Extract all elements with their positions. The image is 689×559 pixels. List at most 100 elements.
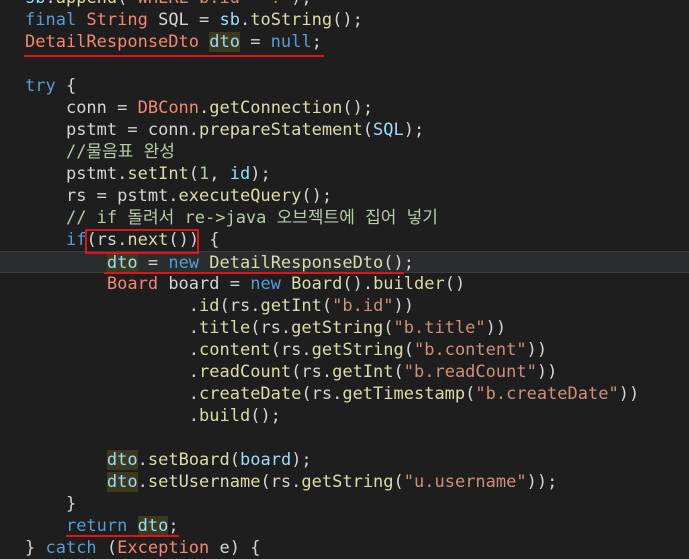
code-line[interactable]: try { bbox=[0, 75, 689, 97]
code-token: DetailResponseDto bbox=[25, 32, 210, 52]
code-line[interactable]: // if 돌려서 re->java 오브젝트에 집어 넣기 bbox=[0, 207, 689, 229]
code-token: ( bbox=[117, 0, 127, 8]
code-token: e) { bbox=[219, 538, 261, 558]
code-line-text: .id(rs.getInt("b.id")) bbox=[25, 295, 414, 317]
code-token: (rs. bbox=[250, 318, 292, 338]
code-token: = bbox=[239, 32, 271, 52]
code-line[interactable]: final String SQL = sb.toString(); bbox=[0, 9, 689, 31]
code-line[interactable]: return dto; bbox=[0, 515, 689, 537]
code-line-text: try { bbox=[25, 75, 76, 97]
code-line[interactable]: rs = pstmt.executeQuery(); bbox=[0, 185, 689, 207]
code-token: ( bbox=[229, 450, 240, 470]
code-line[interactable]: //물음표 완성 bbox=[0, 141, 689, 163]
code-line[interactable]: .readCount(rs.getInt("b.readCount")) bbox=[0, 361, 689, 383]
code-token: setBoard bbox=[147, 450, 230, 470]
code-token: catch bbox=[45, 538, 107, 558]
code-token: = bbox=[137, 253, 169, 273]
code-token: (rs. bbox=[219, 296, 261, 316]
code-token: (rs. bbox=[260, 472, 302, 492]
code-token: ( bbox=[362, 120, 374, 140]
code-token: ( bbox=[465, 384, 476, 404]
code-token: () bbox=[444, 274, 466, 294]
code-line[interactable]: .title(rs.getString("b.title")) bbox=[0, 317, 689, 339]
code-line[interactable]: .createDate(rs.getTimestamp("b.createDat… bbox=[0, 383, 689, 405]
code-token: readCount bbox=[199, 362, 292, 382]
code-token: pstmt. bbox=[65, 164, 128, 184]
code-token: sb bbox=[25, 0, 45, 8]
code-token: . bbox=[188, 340, 200, 360]
code-token: id bbox=[229, 164, 251, 184]
code-line-text: // if 돌려서 re->java 오브젝트에 집어 넣기 bbox=[25, 207, 438, 229]
code-line[interactable] bbox=[0, 427, 689, 449]
code-token: dto bbox=[106, 472, 138, 492]
code-token: (). bbox=[342, 274, 374, 294]
code-token: "b.readCount" bbox=[403, 362, 537, 382]
code-token: )) bbox=[618, 384, 640, 404]
code-token: title bbox=[199, 318, 251, 338]
code-line[interactable]: DetailResponseDto dto = null; bbox=[0, 31, 689, 53]
code-line[interactable]: } catch (Exception e) { bbox=[0, 537, 689, 559]
code-line[interactable]: pstmt = conn.prepareStatement(SQL); bbox=[0, 119, 689, 141]
code-token: getString bbox=[301, 472, 394, 492]
code-token: . bbox=[188, 318, 200, 338]
code-line[interactable]: } bbox=[0, 493, 689, 515]
code-line-text: dto = new DetailResponseDto(); bbox=[25, 252, 414, 274]
code-line[interactable]: dto.setUsername(rs.getString("u.username… bbox=[0, 471, 689, 493]
code-token: } bbox=[65, 494, 77, 514]
code-token: "WHERE b.id = ?" bbox=[127, 0, 291, 8]
code-line-text: .build(); bbox=[25, 405, 281, 427]
code-token: . bbox=[137, 450, 148, 470]
code-token: getInt bbox=[260, 296, 322, 316]
code-token: if bbox=[65, 230, 87, 250]
code-line[interactable]: .id(rs.getInt("b.id")) bbox=[0, 295, 689, 317]
code-token: final bbox=[25, 10, 87, 30]
code-token: SQL bbox=[373, 120, 404, 140]
code-line[interactable]: sb.append("WHERE b.id = ?"); bbox=[0, 0, 689, 9]
code-line-text: return dto; bbox=[25, 515, 179, 537]
annotation-box-rs-next bbox=[85, 229, 199, 254]
code-token: //물음표 완성 bbox=[65, 142, 175, 162]
code-line[interactable]: dto = new DetailResponseDto(); bbox=[0, 251, 689, 273]
code-line-text: pstmt.setInt(1, id); bbox=[25, 163, 271, 185]
code-token: getConnection bbox=[209, 98, 343, 118]
code-token: (rs. bbox=[291, 362, 333, 382]
code-line-text: sb.append("WHERE b.id = ?"); bbox=[25, 0, 312, 9]
code-token: ( bbox=[321, 296, 333, 316]
code-token: . bbox=[199, 98, 210, 118]
code-line-text: conn = DBConn.getConnection(); bbox=[25, 97, 373, 119]
annotation-underline-return bbox=[66, 535, 179, 537]
code-line[interactable]: pstmt.setInt(1, id); bbox=[0, 163, 689, 185]
code-token: append bbox=[56, 0, 117, 8]
code-line[interactable]: dto.setBoard(board); bbox=[0, 449, 689, 471]
code-token: Exception bbox=[117, 538, 220, 558]
code-line-text: rs = pstmt.executeQuery(); bbox=[25, 185, 332, 207]
code-token: . bbox=[188, 406, 200, 426]
code-token: getString bbox=[291, 318, 384, 338]
code-token: (); bbox=[383, 253, 414, 273]
code-line-text: } bbox=[25, 493, 76, 515]
code-token: dto bbox=[209, 32, 240, 52]
code-token: ; bbox=[311, 32, 322, 52]
code-token: ( bbox=[393, 362, 404, 382]
code-line[interactable]: .build(); bbox=[0, 405, 689, 427]
code-line[interactable]: Board board = new Board().builder() bbox=[0, 273, 689, 295]
code-token: { bbox=[65, 76, 77, 96]
code-line-text: .readCount(rs.getInt("b.readCount")) bbox=[25, 361, 558, 383]
code-token: . bbox=[45, 0, 55, 8]
code-token: pstmt = conn. bbox=[65, 120, 200, 140]
code-token: )) bbox=[393, 296, 415, 316]
code-token: ( bbox=[383, 318, 394, 338]
code-line[interactable]: conn = DBConn.getConnection(); bbox=[0, 97, 689, 119]
code-token: "b.createDate" bbox=[475, 384, 619, 404]
code-line[interactable]: .content(rs.getString("b.content")) bbox=[0, 339, 689, 361]
code-token: ); bbox=[291, 0, 311, 8]
